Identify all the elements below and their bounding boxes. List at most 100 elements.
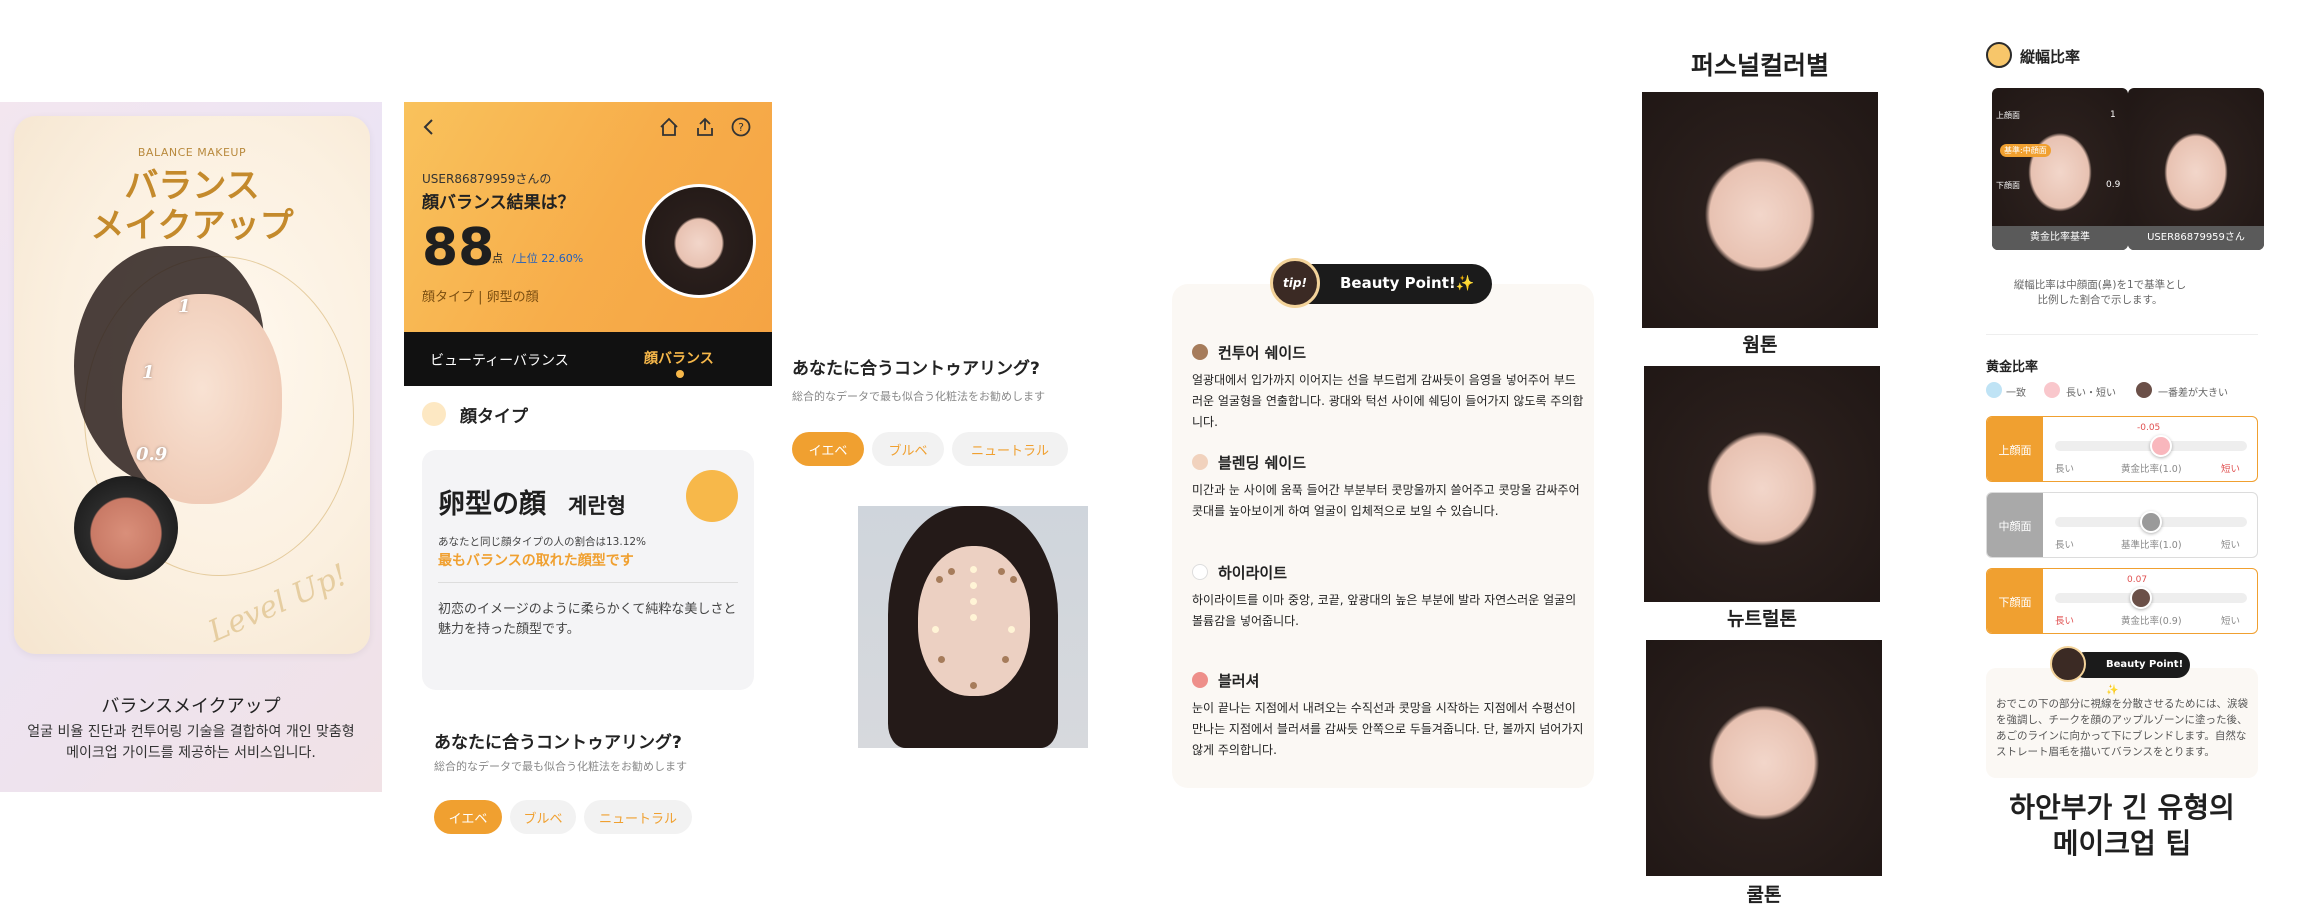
divider [1986,334,2258,335]
hero-ratio-lower: 0.9 [136,444,168,465]
highlight-swatch [1192,564,1208,580]
upper-ratio-value: 1 [2110,110,2116,120]
highlight-dot [970,582,977,589]
tab-beauty-balance[interactable]: ビューティーバランス [430,350,569,370]
pill-neutral[interactable]: ニュートラル [584,800,692,834]
lower-face-label: 下顔面 [1996,181,2020,190]
personal-color-title: 퍼스널컬러별 [1690,51,1829,80]
upper-face-slider-knob [2149,435,2172,457]
contour-dot [938,656,945,663]
contour-shade-body: 얼광대에서 입가까지 이어지는 선을 부드럽게 감싸듯이 음영을 넣어주어 부드… [1192,373,1584,429]
hero-name: バランスメイクアップ [101,696,281,717]
beauty-point-label: Beauty Point!✨ [1340,274,1475,292]
ratio-big-title-line1: 하안부가 긴 유형의 [2009,791,2235,824]
tip-icon [2050,646,2086,682]
ratio-title: 縦幅比率 [2020,48,2081,66]
lower-face-left: 長い [2055,616,2075,627]
lower-ratio-value: 0.9 [2106,180,2121,190]
home-icon[interactable] [658,116,680,142]
hero-model-face [122,294,282,504]
hero-title-line2: メイクアップ [90,206,294,246]
contour-pill-neutral[interactable]: ニュートラル [952,432,1068,466]
tip-icon: tip! [1270,258,1320,308]
ratio-note-line2: 比例した割合で示します。 [2037,294,2163,306]
hero-title-line1: バランス [124,166,260,206]
lower-face-slider-knob [2130,587,2153,609]
contour-subtitle-small: 総合的なデータで最も似合う化粧法をお勧めします [434,760,687,773]
face-outline-icon [422,402,446,426]
divider [438,582,738,583]
hero-panel: BALANCE MAKEUP バランス メイクアップ 1 1 0.9 Level… [0,102,382,792]
svg-text:?: ? [738,121,744,134]
ratio-tip-text: おでこの下の部分に視線を分散させるためには、涙袋を強調し、チークを顔のアップルゾ… [1996,698,2248,758]
legend-long-short: 長い・短い [2066,388,2116,399]
face-type-card: 卵型の顔 계란형 あなたと同じ顔タイプの人の割合は13.12% 最もバランスの取… [422,450,754,690]
ratio-big-title: 하안부가 긴 유형의 메이크업 팁 [1986,790,2258,862]
highlight-title: 하이라이트 [1218,564,1288,582]
hero-ratio-middle: 1 [142,362,155,383]
highlight-dot [1008,626,1015,633]
mismatch-legend-icon [2044,382,2060,398]
result-user: USER86879959さんの [422,172,552,186]
character-icon [686,470,738,522]
pill-blue-base[interactable]: ブルベ [510,800,576,834]
legend-match: 一致 [2006,388,2026,399]
highlight-dot [932,626,939,633]
score-unit: 点 [492,252,503,265]
cool-tone-photo [1646,640,1882,876]
contour-dot [1010,576,1017,583]
tip-icon-label: tip! [1283,276,1307,290]
golden-ratio-caption: 黄金比率基準 [1992,226,2128,250]
contour-guide-photo [858,506,1088,748]
middle-face-left: 長い [2055,540,2075,551]
hero-description: 얼굴 비율 진단과 컨투어링 기술을 결합하여 개인 맞춤형 메이크업 가이드를… [27,724,355,761]
warm-tone-label: 웜톤 [1742,334,1778,356]
contour-dot [936,576,943,583]
result-face-type-line: 顔タイプ | 卵型の顔 [422,290,539,305]
help-icon[interactable]: ? [730,116,752,142]
result-tabs: ビューティーバランス 顔バランス [404,332,772,386]
user-photo-caption: USER86879959さん [2128,226,2264,250]
pill-yellow-base[interactable]: イエベ [434,800,502,834]
cool-tone-label: 쿨톤 [1746,884,1782,906]
highlight-dot [970,598,977,605]
blush-compact-image [74,476,178,580]
upper-face-row: 上顔面 -0.05 長い 黄金比率(1.0) 短い [1986,416,2258,482]
lower-face-row: 下顔面 0.07 長い 黄金比率(0.9) 短い [1986,568,2258,634]
middle-face-mid: 基準比率(1.0) [2121,540,2182,551]
contour-title-small: あなたに合うコントゥアリング? [434,733,682,753]
upper-face-right: 短い [2221,464,2241,475]
middle-face-row-label: 中顔面 [1987,493,2043,557]
face-type-description: 初恋のイメージのように柔らかくて純粋な美しさと魅力を持った顔型です。 [438,602,737,637]
face-type-best: 最もバランスの取れた顔型です [438,553,634,569]
golden-ratio-heading: 黄金比率 [1986,360,2039,375]
blusher-swatch [1192,672,1208,688]
contour-subtitle: 総合的なデータで最も似合う化粧法をお勧めします [792,390,1045,403]
contour-shade-title: 컨투어 쉐이드 [1218,344,1307,362]
contour-pill-yellow-base[interactable]: イエベ [792,432,864,466]
blusher-body: 눈이 끝나는 지점에서 내려오는 수직선과 콧망을 시작하는 지점에서 수평선이… [1192,701,1584,757]
result-score: 88 [422,218,495,278]
lower-face-row-label: 下顔面 [1987,569,2043,633]
legend-largest-diff: 一番差が大きい [2158,388,2228,399]
golden-ratio-photo: 上顔面 基準:中顔面 下顔面 1 0.9 黄金比率基準 [1992,88,2128,250]
neutral-tone-label: 뉴트럴톤 [1727,608,1797,630]
middle-face-right: 短い [2221,540,2241,551]
hero-card: BALANCE MAKEUP バランス メイクアップ 1 1 0.9 Level… [14,116,370,654]
warm-tone-photo [1642,92,1878,328]
tab-face-balance[interactable]: 顔バランス [644,348,714,368]
contour-dot [970,682,977,689]
face-type-kr: 계란형 [568,494,626,518]
middle-face-slider-knob [2140,511,2162,533]
chevron-left-icon[interactable] [422,118,436,141]
share-icon[interactable] [694,116,716,142]
contour-pill-blue-base[interactable]: ブルベ [872,432,944,466]
match-legend-icon [1986,382,2002,398]
lower-face-diff: 0.07 [2127,575,2148,585]
result-header: ? USER86879959さんの 顔バランス結果は？ 88 点 /上位 22.… [404,102,772,332]
face-type-ratio: あなたと同じ顔タイプの人の割合は13.12% [438,536,647,548]
contour-dot [948,568,955,575]
hero-kicker: BALANCE MAKEUP [137,146,247,159]
contour-title: あなたに合うコントゥアリング? [792,359,1040,379]
contour-shade-swatch [1192,344,1208,360]
